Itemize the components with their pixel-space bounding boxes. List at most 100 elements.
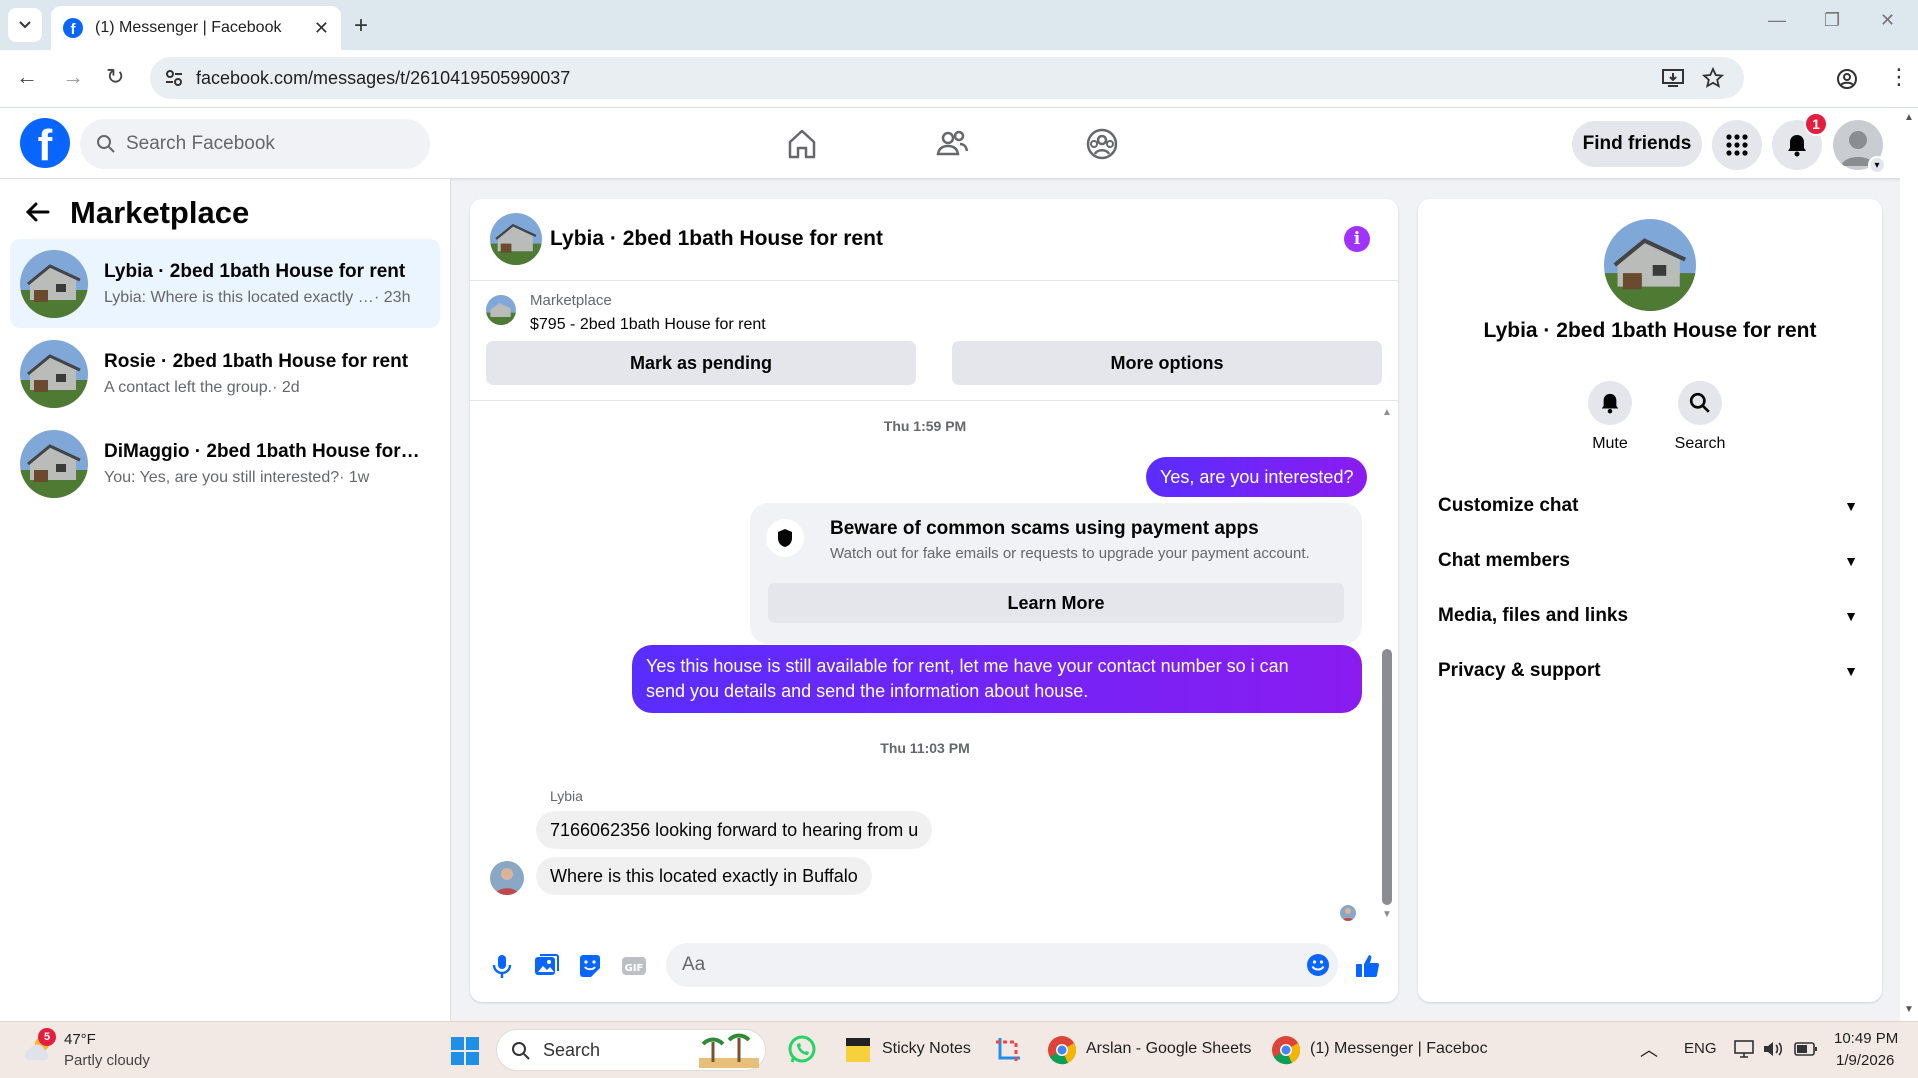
- media-files-links-row[interactable]: Media, files and links ▼: [1438, 605, 1858, 627]
- back-arrow-icon[interactable]: [24, 201, 50, 223]
- search-label: Search: [1674, 435, 1726, 452]
- conversation-item[interactable]: Lybia · 2bed 1bath House for rent Lybia:…: [10, 239, 440, 328]
- scroll-up-icon[interactable]: ▲: [1382, 407, 1392, 418]
- conversation-item[interactable]: DiMaggio · 2bed 1bath House for r... You…: [10, 419, 440, 508]
- groups-icon[interactable]: [1084, 126, 1120, 162]
- facebook-search-input[interactable]: Search Facebook: [80, 119, 430, 169]
- facebook-header: f Search Facebook Find friends 1 ▾: [0, 108, 1900, 179]
- listing-thumbnail[interactable]: [486, 295, 516, 325]
- clock-date[interactable]: 1/9/2026: [1836, 1052, 1894, 1069]
- thumbs-up-icon[interactable]: [1354, 952, 1382, 980]
- browser-tab-messenger[interactable]: f (1) Messenger | Facebook ✕: [51, 6, 341, 50]
- url-text: facebook.com/messages/t/2610419505990037: [196, 67, 571, 88]
- sticker-icon[interactable]: [576, 952, 604, 980]
- facebook-logo-icon[interactable]: f: [20, 118, 70, 168]
- chat-scrollbar-thumb[interactable]: [1382, 649, 1392, 905]
- sender-avatar[interactable]: [490, 861, 524, 895]
- sticky-notes-label[interactable]: Sticky Notes: [882, 1040, 971, 1058]
- new-tab-button[interactable]: +: [354, 12, 368, 40]
- scroll-down-icon[interactable]: ▼: [1382, 909, 1392, 920]
- google-sheets-window-label[interactable]: Arslan - Google Sheets: [1086, 1040, 1251, 1058]
- outgoing-message[interactable]: Yes this house is still available for re…: [632, 645, 1362, 713]
- chat-members-row[interactable]: Chat members ▼: [1438, 550, 1858, 572]
- conversation-preview: Lybia: Where is this located exactly i..…: [104, 288, 374, 306]
- messenger-window-label[interactable]: (1) Messenger | Faceboc: [1310, 1040, 1488, 1058]
- house-thumbnail: [20, 249, 88, 318]
- incoming-message[interactable]: 7166062356 looking forward to hearing fr…: [536, 811, 933, 849]
- account-chevron-icon[interactable]: ▾: [1868, 156, 1886, 174]
- browser-menu-icon[interactable]: ⋮: [1888, 64, 1910, 90]
- chat-title[interactable]: Lybia · 2bed 1bath House for rent: [550, 227, 883, 251]
- chat-avatar[interactable]: [490, 213, 542, 265]
- mute-button[interactable]: Mute: [1570, 381, 1650, 453]
- page-scrollbar[interactable]: ▲ ▼: [1900, 108, 1918, 1021]
- conversation-preview: You: Yes, are you still interested?: [104, 468, 340, 486]
- search-icon: [512, 1042, 530, 1060]
- search-icon: [97, 135, 115, 153]
- search-in-chat-button[interactable]: Search: [1660, 381, 1740, 453]
- tab-title: (1) Messenger | Facebook: [95, 19, 282, 36]
- microphone-icon[interactable]: [488, 952, 516, 980]
- mark-as-pending-button[interactable]: Mark as pending: [486, 341, 916, 385]
- find-friends-button[interactable]: Find friends: [1572, 121, 1702, 167]
- customize-chat-row[interactable]: Customize chat ▼: [1438, 495, 1858, 517]
- back-arrow-icon[interactable]: ←: [16, 64, 38, 90]
- listing-title[interactable]: $795 - 2bed 1bath House for rent: [530, 316, 766, 334]
- minimize-icon[interactable]: —: [1768, 10, 1786, 31]
- forward-arrow-icon[interactable]: →: [62, 64, 84, 90]
- windows-start-icon[interactable]: [450, 1036, 480, 1066]
- chrome-icon[interactable]: [1046, 1034, 1078, 1066]
- close-tab-icon[interactable]: ✕: [314, 18, 329, 39]
- chevron-down-icon: ▼: [1844, 608, 1858, 624]
- tab-search-button[interactable]: [8, 8, 42, 42]
- bookmark-star-icon[interactable]: [1702, 67, 1724, 89]
- reload-icon[interactable]: ↻: [106, 64, 124, 90]
- learn-more-button[interactable]: Learn More: [768, 583, 1344, 623]
- gif-icon[interactable]: GIF: [620, 952, 648, 980]
- menu-button[interactable]: [1712, 120, 1762, 170]
- whatsapp-icon[interactable]: [786, 1034, 818, 1066]
- outgoing-message[interactable]: Yes, are you interested?: [1146, 457, 1368, 497]
- sticky-notes-icon[interactable]: [842, 1034, 874, 1066]
- chevron-down-icon: [19, 21, 31, 29]
- sender-name: Lybia: [550, 788, 583, 804]
- photo-icon[interactable]: [532, 952, 560, 980]
- chrome-icon[interactable]: [1270, 1034, 1302, 1066]
- facebook-favicon-icon: f: [63, 18, 83, 38]
- chat-profile-image[interactable]: [1604, 219, 1696, 311]
- mute-label: Mute: [1592, 435, 1628, 452]
- language-indicator[interactable]: ENG: [1684, 1040, 1717, 1057]
- section-label: Media, files and links: [1438, 605, 1629, 626]
- privacy-support-row[interactable]: Privacy & support ▼: [1438, 660, 1858, 682]
- browser-tab-strip: f (1) Messenger | Facebook ✕ + — ❐ ✕: [0, 0, 1918, 50]
- scroll-up-icon[interactable]: ▲: [1904, 112, 1914, 123]
- taskbar-search-label: Search: [543, 1039, 601, 1060]
- address-bar[interactable]: facebook.com/messages/t/2610419505990037: [150, 57, 1744, 99]
- conversation-list: Marketplace Lybia · 2bed 1bath House for…: [0, 179, 451, 1021]
- emoji-icon[interactable]: [1306, 953, 1330, 977]
- site-settings-icon[interactable]: [164, 68, 184, 88]
- volume-icon[interactable]: [1762, 1040, 1784, 1058]
- more-options-button[interactable]: More options: [952, 341, 1382, 385]
- snipping-tool-icon[interactable]: [992, 1034, 1024, 1066]
- chevron-up-icon[interactable]: ︿: [1640, 1036, 1658, 1062]
- network-icon[interactable]: [1734, 1040, 1754, 1058]
- svg-text:GIF: GIF: [625, 963, 644, 974]
- restore-icon[interactable]: ❐: [1824, 10, 1840, 31]
- notification-badge: 1: [1804, 112, 1828, 136]
- close-window-icon[interactable]: ✕: [1880, 10, 1895, 31]
- profile-icon[interactable]: [1836, 68, 1858, 90]
- battery-icon[interactable]: [1794, 1042, 1818, 1056]
- friends-icon[interactable]: [934, 126, 970, 162]
- taskbar-search[interactable]: Search: [496, 1029, 766, 1071]
- scroll-down-icon[interactable]: ▼: [1904, 1004, 1914, 1015]
- home-icon[interactable]: [784, 126, 820, 162]
- incoming-message[interactable]: Where is this located exactly in Buffalo: [536, 857, 872, 895]
- conversation-item[interactable]: Rosie · 2bed 1bath House for rent A cont…: [10, 329, 440, 418]
- bell-icon: [1788, 135, 1806, 157]
- clock-time[interactable]: 10:49 PM: [1834, 1030, 1898, 1047]
- scam-warning-title: Beware of common scams using payment app…: [830, 518, 1259, 539]
- install-app-icon[interactable]: [1662, 68, 1684, 88]
- info-icon[interactable]: i: [1344, 226, 1370, 252]
- message-input[interactable]: Aa: [666, 943, 1338, 987]
